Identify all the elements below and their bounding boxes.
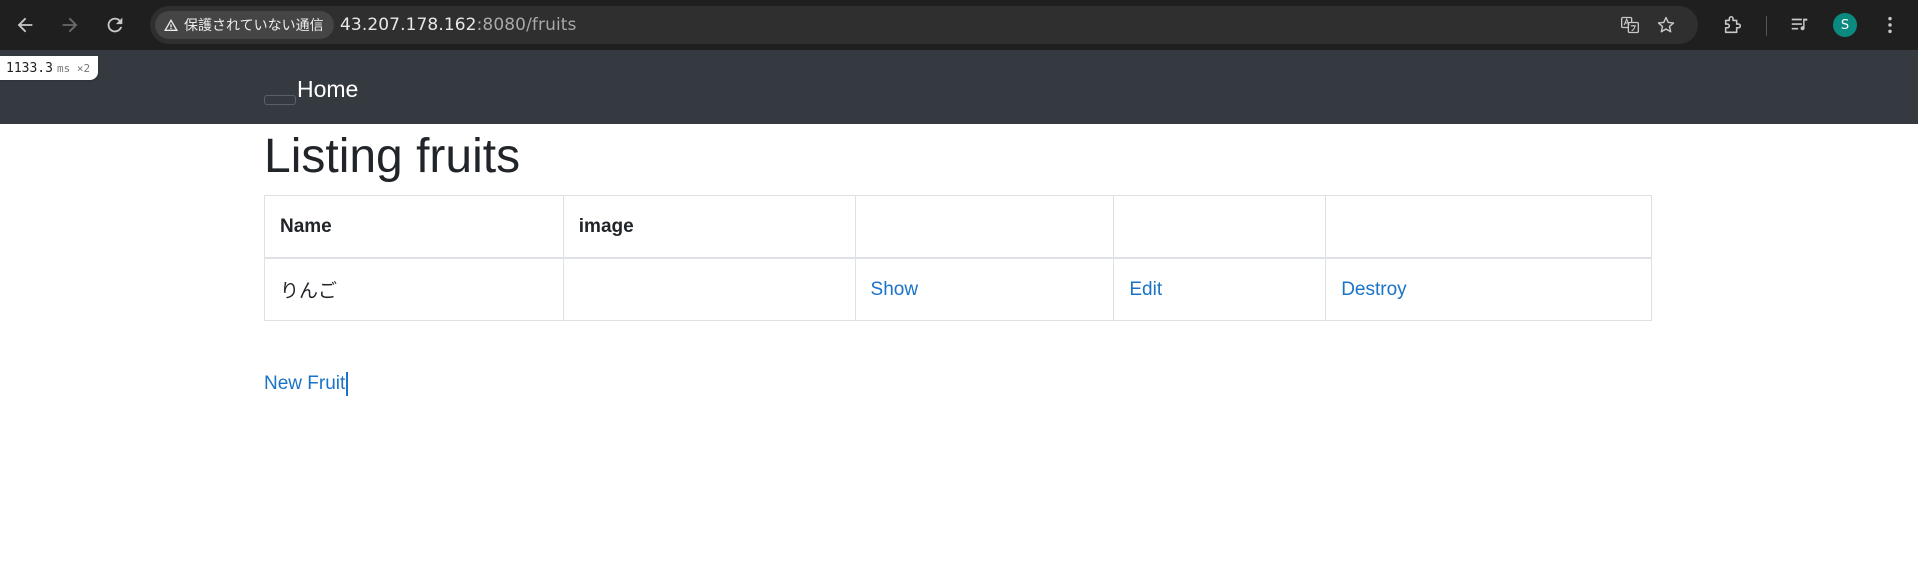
table-row: りんご Show Edit Destroy xyxy=(264,257,1652,321)
new-fruit-link[interactable]: New Fruit xyxy=(264,372,349,396)
column-header-destroy xyxy=(1325,195,1652,259)
destroy-link[interactable]: Destroy xyxy=(1341,279,1406,300)
edit-link[interactable]: Edit xyxy=(1129,279,1162,300)
extensions-button[interactable] xyxy=(1720,12,1746,38)
column-header-name: Name xyxy=(264,195,564,259)
show-link[interactable]: Show xyxy=(871,279,919,300)
translate-button[interactable] xyxy=(1618,13,1642,37)
media-queue-icon xyxy=(1791,18,1808,31)
browser-menu-button[interactable] xyxy=(1877,12,1903,38)
column-header-edit xyxy=(1113,195,1327,259)
reload-icon xyxy=(107,17,123,33)
puzzle-icon xyxy=(1724,15,1742,34)
translate-icon xyxy=(1621,16,1639,34)
bookmark-button[interactable] xyxy=(1654,13,1678,37)
toolbar-divider xyxy=(1766,16,1767,36)
url-text[interactable]: 43.207.178.162:8080/fruits xyxy=(340,6,577,44)
reading-list-button[interactable] xyxy=(1787,12,1813,38)
column-header-image: image xyxy=(562,195,856,259)
fruits-table: Name image りんご Show Edit Destroy xyxy=(264,195,1652,321)
security-indicator[interactable]: 保護されていない通信 xyxy=(155,11,334,39)
arrow-left-icon xyxy=(17,17,33,33)
back-button[interactable] xyxy=(11,11,39,39)
perf-timing-badge: 1133.3 ms ×2 xyxy=(0,56,99,80)
more-vertical-icon xyxy=(1888,16,1892,34)
show-cell: Show xyxy=(854,257,1115,321)
edit-cell: Edit xyxy=(1113,257,1327,321)
page-title: Listing fruits xyxy=(264,130,521,183)
address-bar[interactable]: 保護されていない通信 43.207.178.162:8080/fruits xyxy=(150,6,1698,44)
column-header-show xyxy=(854,195,1115,259)
url-path: :8080/fruits xyxy=(476,15,577,35)
perf-value: 1133.3 xyxy=(6,60,53,76)
perf-unit: ms ×2 xyxy=(56,61,91,75)
table-header-row: Name image xyxy=(264,195,1652,259)
arrow-right-icon xyxy=(62,17,78,33)
forward-button[interactable] xyxy=(56,11,84,39)
navbar-toggler-button[interactable] xyxy=(264,95,296,105)
fruit-image-cell xyxy=(562,257,856,321)
app-navbar: Home xyxy=(0,50,1918,124)
browser-toolbar: 保護されていない通信 43.207.178.162:8080/fruits S xyxy=(0,0,1918,50)
warning-icon xyxy=(164,19,178,31)
security-label: 保護されていない通信 xyxy=(184,18,324,34)
destroy-cell: Destroy xyxy=(1325,257,1652,321)
star-icon xyxy=(1657,16,1675,33)
url-host: 43.207.178.162 xyxy=(340,15,477,35)
navbar-brand-home[interactable]: Home xyxy=(297,76,358,103)
fruit-name-cell: りんご xyxy=(264,257,564,321)
profile-avatar[interactable]: S xyxy=(1833,13,1857,37)
reload-button[interactable] xyxy=(101,11,129,39)
